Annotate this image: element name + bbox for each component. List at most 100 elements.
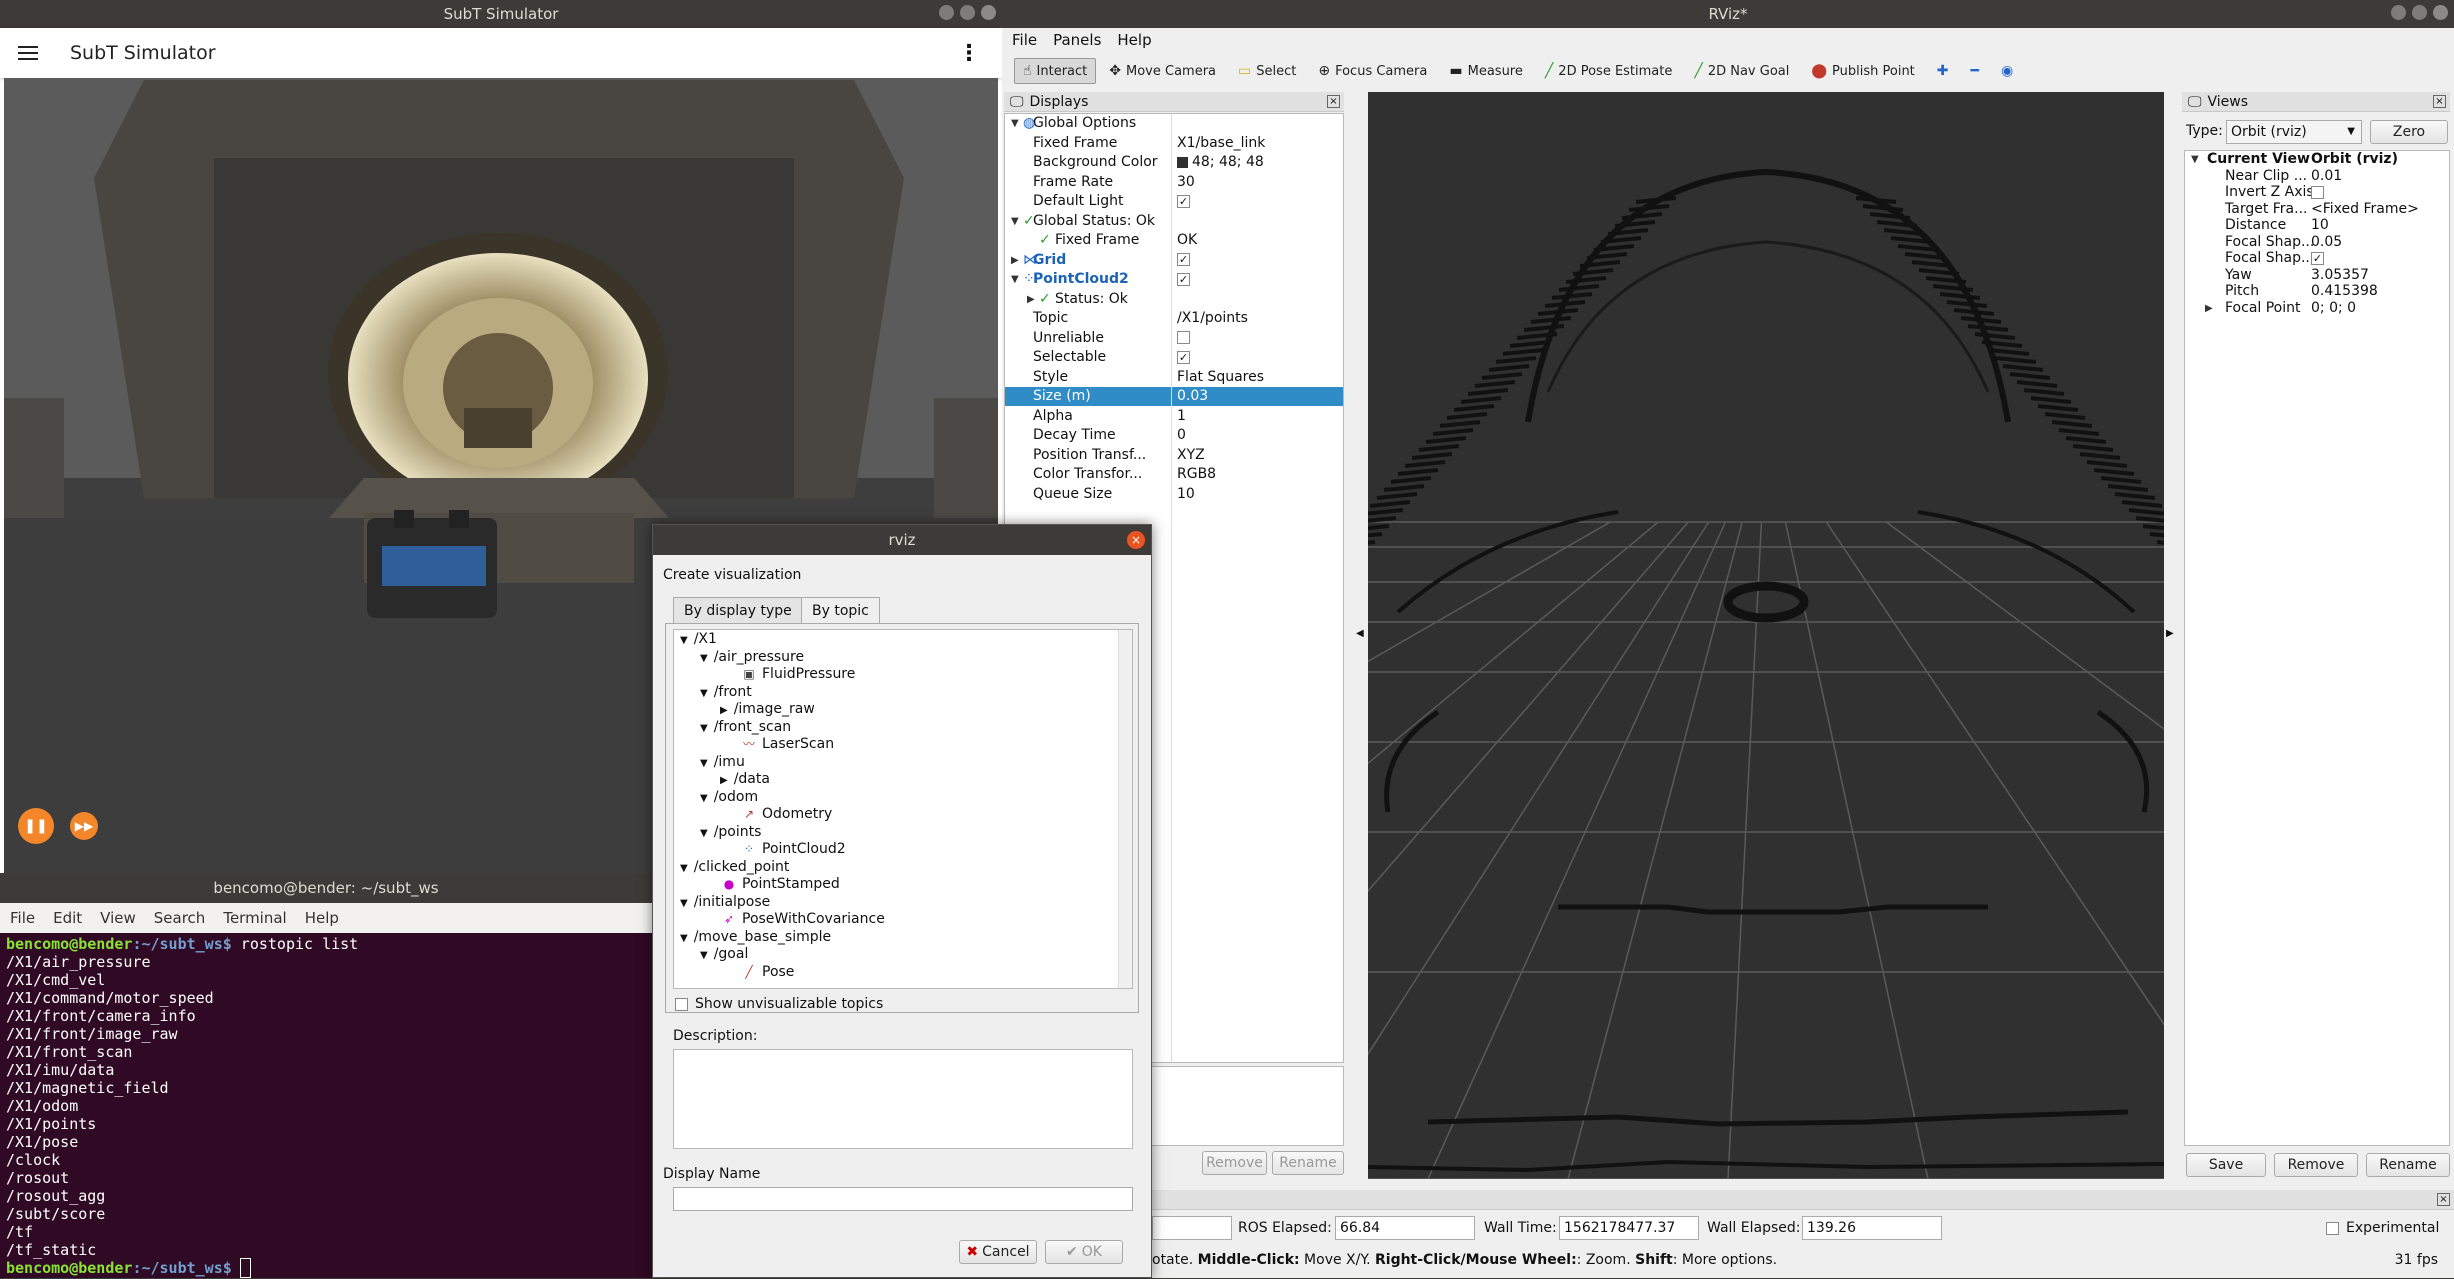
display-row[interactable]: Unreliable — [1005, 329, 1343, 348]
view-property-row[interactable]: Yaw 3.05357 — [2185, 267, 2449, 284]
display-row[interactable]: ▼ ✓ Global Status: Ok — [1005, 212, 1343, 231]
display-row[interactable]: Topic/X1/points — [1005, 309, 1343, 328]
3d-viewport[interactable] — [1368, 92, 2164, 1179]
measure-tool-button[interactable]: ▬ Measure — [1440, 58, 1531, 84]
wall-elapsed-field[interactable]: 139.26 — [1802, 1216, 1942, 1240]
displays-close-icon[interactable]: × — [1327, 95, 1340, 108]
view-property-value[interactable]: 0; 0; 0 — [2311, 300, 2356, 317]
show-unvisualizable-checkbox[interactable] — [675, 998, 688, 1011]
view-property-value[interactable]: ✓ — [2311, 250, 2324, 267]
expand-arrow-icon[interactable]: ▼ — [1011, 270, 1019, 289]
view-property-value[interactable]: 0.01 — [2311, 168, 2342, 185]
view-property-row[interactable]: ▼ Current View Orbit (rviz) — [2185, 151, 2449, 168]
display-row-value[interactable]: 1 — [1177, 407, 1186, 426]
pose-estimate-tool-button[interactable]: ╱ 2D Pose Estimate — [1536, 58, 1682, 84]
view-property-row[interactable]: Focal Shap... 0.05 — [2185, 234, 2449, 251]
color-swatch[interactable] — [1177, 156, 1188, 168]
collapse-right-icon[interactable]: ▶ — [2166, 628, 2174, 639]
publish-point-tool-button[interactable]: ⬤ Publish Point — [1802, 58, 1923, 84]
fast-forward-button[interactable]: ▶▶ — [70, 812, 98, 840]
collapse-arrow-icon[interactable]: ▶ — [2205, 300, 2213, 317]
view-property-value[interactable]: 3.05357 — [2311, 267, 2369, 284]
topic-tree-display-item[interactable]: ➶ PoseWithCovariance — [722, 910, 885, 928]
display-checkbox[interactable]: ✓ — [1177, 272, 1190, 286]
expand-arrow-icon[interactable]: ▼ — [700, 793, 708, 804]
menu-help[interactable]: Help — [1117, 31, 1151, 49]
view-property-value[interactable]: 0.415398 — [2311, 283, 2378, 300]
display-checkbox[interactable]: ✓ — [1177, 194, 1190, 208]
collapse-left-icon[interactable]: ◀ — [1356, 628, 1364, 639]
rviz-close-icon[interactable] — [2433, 5, 2448, 20]
expand-arrow-icon[interactable]: ▼ — [700, 723, 708, 734]
view-checkbox[interactable] — [2311, 185, 2324, 199]
topic-tree-topic-item[interactable]: ▼ /points — [700, 823, 761, 841]
interact-tool-button[interactable]: ☝ Interact — [1014, 58, 1097, 84]
terminal-output[interactable]: bencomo@bender:~/subt_ws$ rostopic list … — [0, 933, 652, 1279]
display-row-value[interactable]: X1/base_link — [1177, 134, 1265, 153]
ok-button[interactable]: ✔ OK — [1045, 1240, 1123, 1264]
expand-arrow-icon[interactable]: ▼ — [680, 635, 688, 646]
topic-tree-topic-item[interactable]: ▶ /data — [720, 770, 770, 788]
tool-properties-button[interactable]: ◉ — [1992, 58, 2022, 84]
topic-tree-topic-item[interactable]: ▶ /image_raw — [720, 700, 815, 718]
topic-tree-display-item[interactable]: ▣ FluidPressure — [742, 665, 855, 683]
expand-arrow-icon[interactable]: ▼ — [700, 688, 708, 699]
rename-view-button[interactable]: Rename — [2366, 1153, 2450, 1177]
menu-panels[interactable]: Panels — [1053, 31, 1101, 49]
topic-tree-topic-item[interactable]: ▼ /X1 — [680, 630, 717, 648]
display-row-value[interactable]: ✓ — [1177, 270, 1190, 289]
wall-time-field[interactable]: 1562178477.37 — [1559, 1216, 1699, 1240]
time-close-icon[interactable]: × — [2437, 1193, 2450, 1206]
nav-goal-tool-button[interactable]: ╱ 2D Nav Goal — [1685, 58, 1798, 84]
topic-tree-topic-item[interactable]: ▼ /clicked_point — [680, 858, 789, 876]
expand-arrow-icon[interactable]: ▼ — [1011, 114, 1019, 133]
hamburger-menu-icon[interactable] — [18, 42, 38, 64]
remove-display-button[interactable]: Remove — [1202, 1151, 1267, 1175]
view-property-row[interactable]: Near Clip ... 0.01 — [2185, 168, 2449, 185]
display-row-value[interactable]: 0.03 — [1177, 387, 1208, 406]
topic-tree-display-item[interactable]: 〰 LaserScan — [742, 735, 834, 753]
topic-tree-topic-item[interactable]: ▼ /front_scan — [700, 718, 791, 736]
zero-view-button[interactable]: Zero — [2370, 120, 2448, 144]
topic-tree-display-item[interactable]: ╱ Pose — [742, 963, 794, 981]
display-row[interactable]: ▶ ⋈ Grid ✓ — [1005, 251, 1343, 270]
display-row[interactable]: Queue Size 10 — [1005, 485, 1343, 504]
terminal-menu-search[interactable]: Search — [154, 909, 206, 927]
terminal-menu-terminal[interactable]: Terminal — [223, 909, 286, 927]
display-row[interactable]: Decay Time 0 — [1005, 426, 1343, 445]
topic-tree-scrollbar[interactable] — [1118, 630, 1132, 988]
focus-camera-tool-button[interactable]: ⊕ Focus Camera — [1309, 58, 1436, 84]
display-row-value[interactable]: ✓ — [1177, 251, 1190, 270]
view-property-value[interactable] — [2311, 184, 2324, 201]
expand-arrow-icon[interactable]: ▼ — [680, 933, 688, 944]
view-property-value[interactable]: <Fixed Frame> — [2311, 201, 2419, 218]
ros-elapsed-field[interactable]: 66.84 — [1335, 1216, 1475, 1240]
display-row-value[interactable]: ✓ — [1177, 348, 1190, 367]
topic-tree[interactable]: ▼/X1 ▼/air_pressure ▣ FluidPressure ▼/front ▶… — [673, 629, 1133, 989]
topic-tree-topic-item[interactable]: ▼ /front — [700, 683, 752, 701]
view-property-row[interactable]: Target Fra... <Fixed Frame> — [2185, 201, 2449, 218]
view-property-value[interactable]: 10 — [2311, 217, 2329, 234]
display-row-value[interactable]: 0 — [1177, 426, 1186, 445]
display-row[interactable]: Size (m) 0.03 — [1005, 387, 1343, 406]
experimental-checkbox[interactable] — [2326, 1222, 2339, 1235]
dialog-close-icon[interactable]: × — [1127, 531, 1145, 549]
view-property-value[interactable]: 0.05 — [2311, 234, 2342, 251]
column-divider[interactable] — [1171, 114, 1172, 1062]
topic-tree-display-item[interactable]: ⁘ PointCloud2 — [742, 840, 846, 858]
close-icon[interactable] — [981, 5, 996, 20]
select-tool-button[interactable]: ▭ Select — [1229, 58, 1305, 84]
display-name-input[interactable] — [673, 1187, 1133, 1211]
display-row-value[interactable]: ✓ — [1177, 192, 1190, 211]
terminal-menu-view[interactable]: View — [100, 909, 136, 927]
view-property-row[interactable]: ▶ Focal Point 0; 0; 0 — [2185, 300, 2449, 317]
topic-tree-topic-item[interactable]: ▼ /odom — [700, 788, 758, 806]
tab-by-topic[interactable]: By topic — [801, 597, 880, 623]
terminal-menu-help[interactable]: Help — [305, 909, 339, 927]
view-checkbox[interactable]: ✓ — [2311, 251, 2324, 265]
display-row-value[interactable]: 10 — [1177, 485, 1195, 504]
remove-view-button[interactable]: Remove — [2274, 1153, 2358, 1177]
collapse-arrow-icon[interactable]: ▶ — [720, 775, 728, 786]
expand-arrow-icon[interactable]: ▼ — [700, 828, 708, 839]
expand-arrow-icon[interactable]: ▼ — [2191, 151, 2199, 168]
